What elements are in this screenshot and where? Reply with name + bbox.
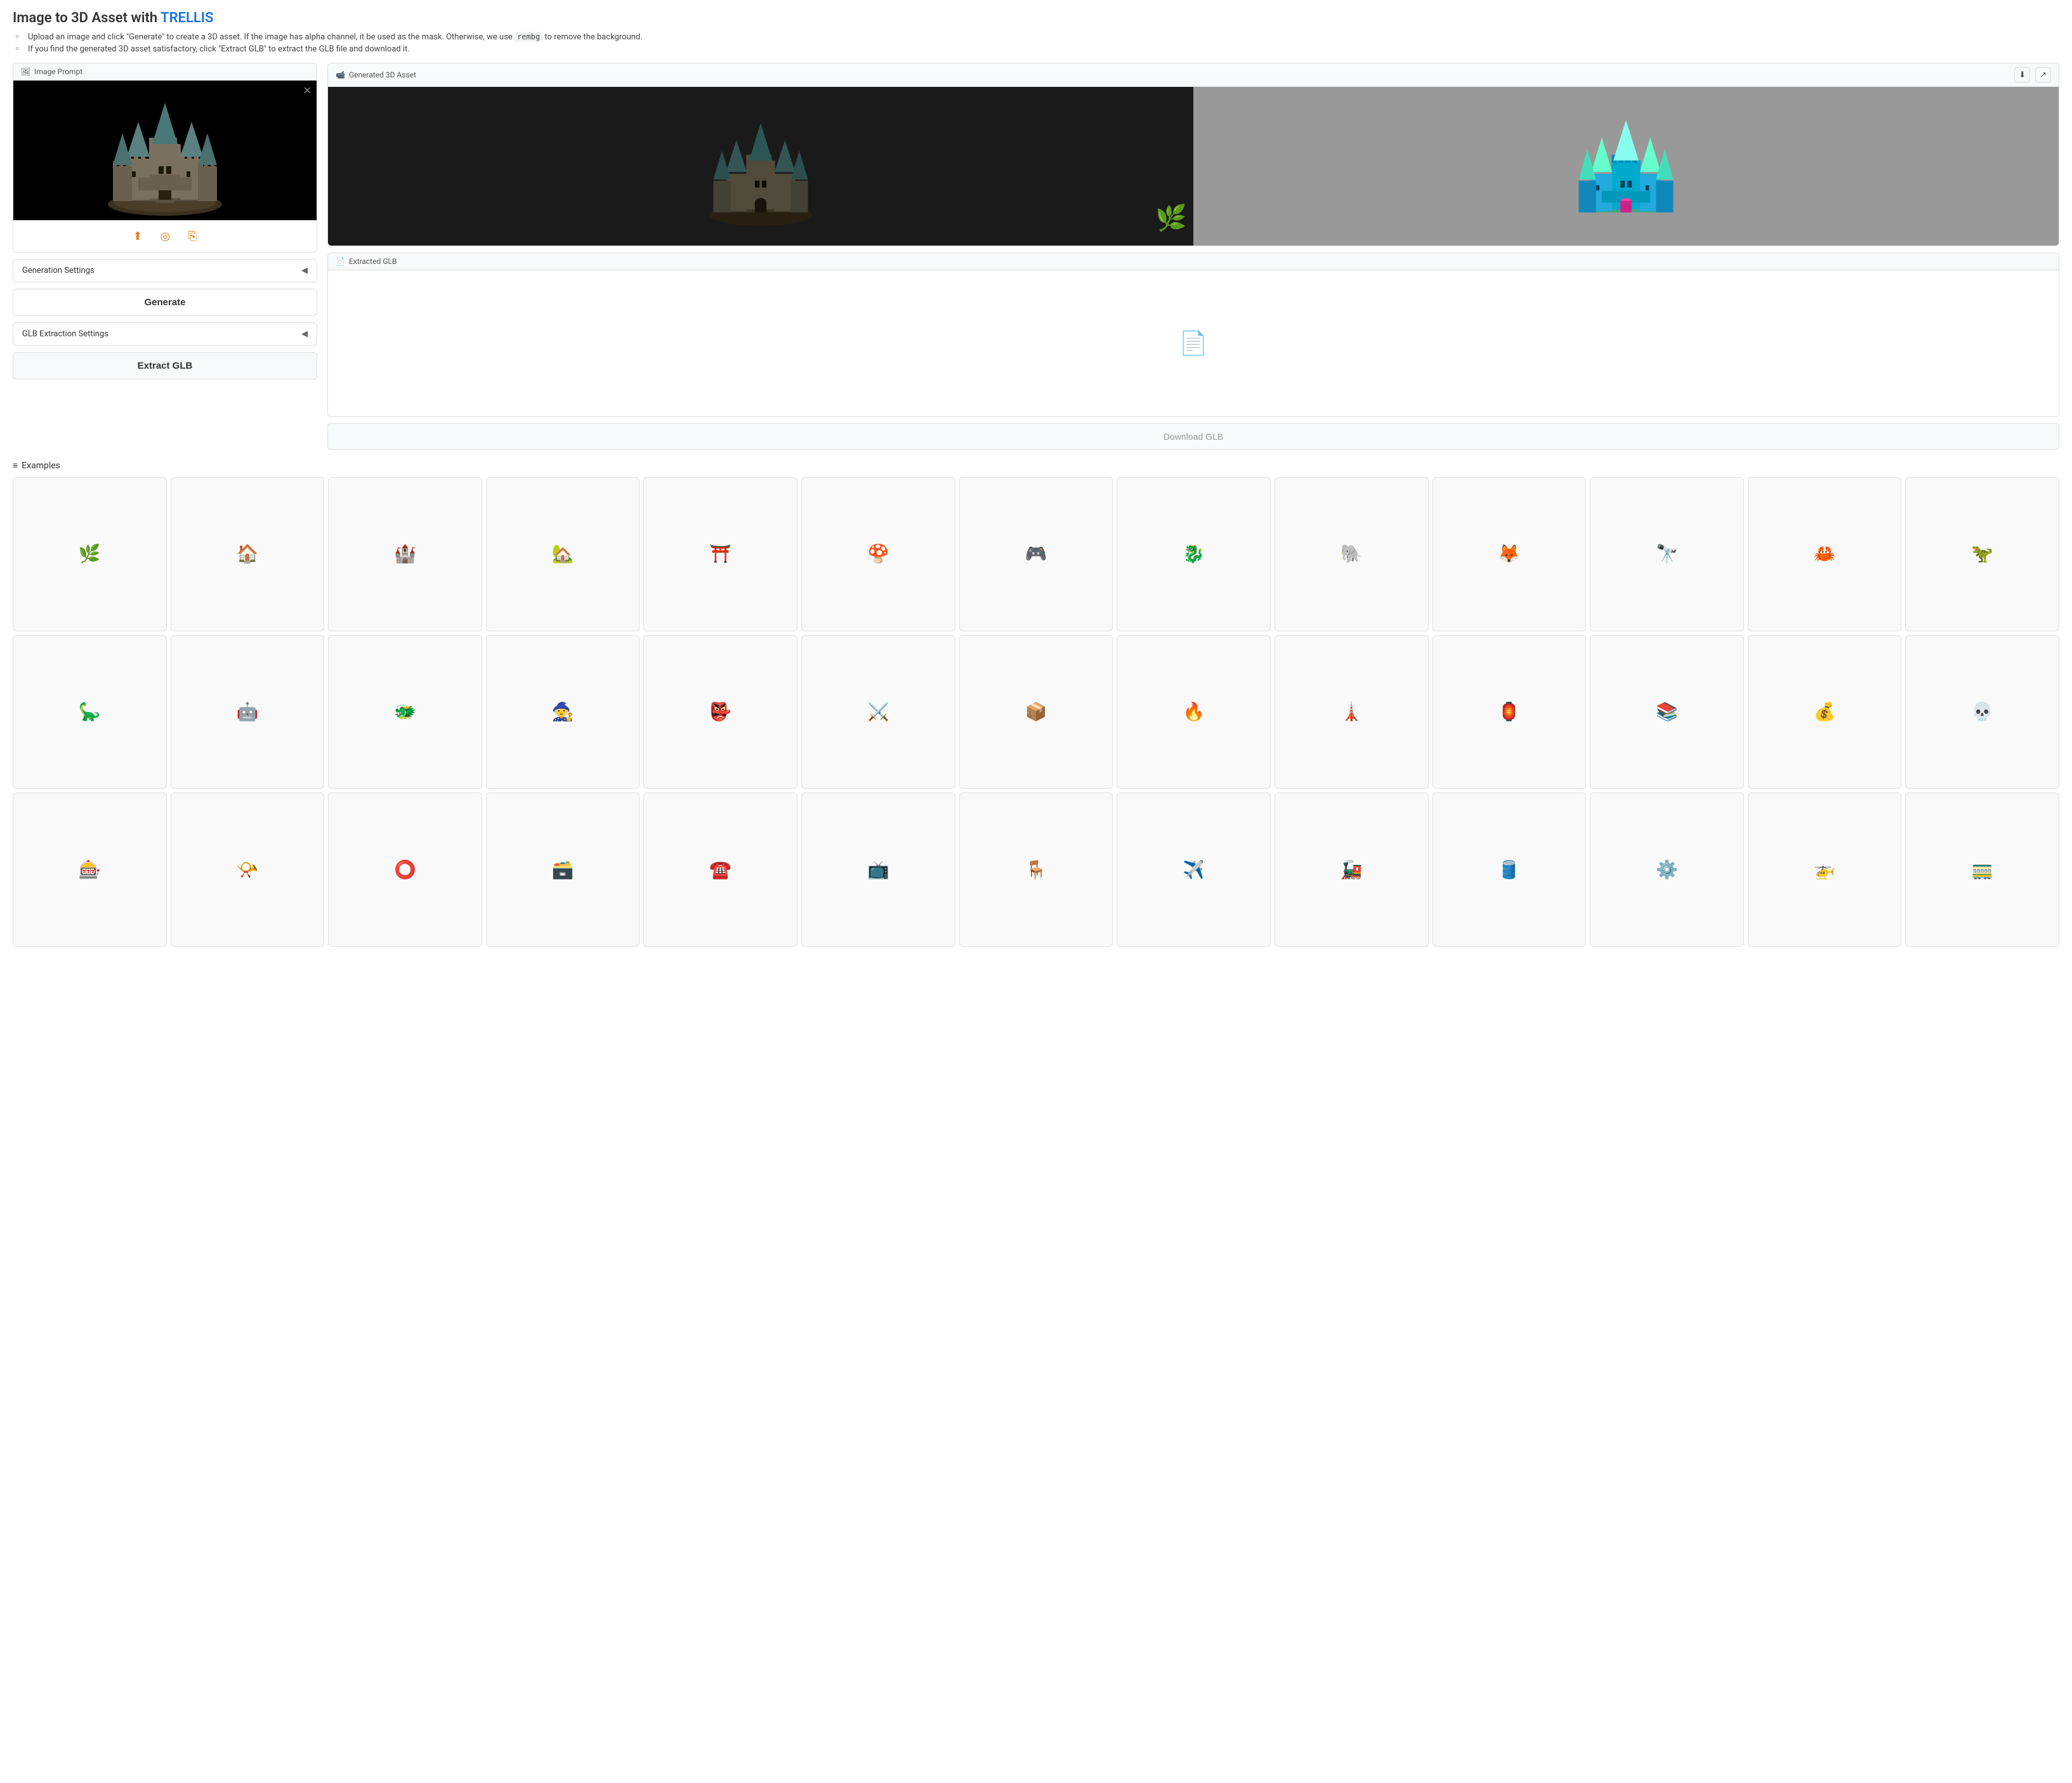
example-item-30[interactable]: ☎️: [643, 793, 797, 947]
example-item-33[interactable]: ✈️: [1117, 793, 1271, 947]
example-item-38[interactable]: 🚃: [1905, 793, 2059, 947]
example-item-13[interactable]: 🦕: [13, 635, 167, 789]
image-toolbar: ⬆ ◎ ⎘: [13, 220, 317, 252]
glb-settings-triangle: ◀: [301, 329, 308, 339]
examples-header-label: Examples: [22, 461, 60, 471]
file-icon: 📄: [336, 257, 345, 266]
example-item-5[interactable]: 🍄: [801, 477, 955, 631]
menu-icon: ≡: [13, 460, 18, 471]
copy-button[interactable]: ⎘: [185, 227, 199, 246]
right-panel: 📹 Generated 3D Asset ⬇ ↗: [327, 63, 2059, 450]
example-item-12[interactable]: 🦖: [1905, 477, 2059, 631]
example-item-1[interactable]: 🏠: [171, 477, 325, 631]
example-item-3[interactable]: 🏡: [486, 477, 640, 631]
close-image-button[interactable]: ✕: [303, 84, 311, 97]
examples-grid-row1: 🌿 🏠 🏰 🏡 ⛩️ 🍄 🎮 🐉 🐘 🦊 🔭 🦀 🦖: [13, 477, 2059, 631]
example-item-32[interactable]: 🪑: [959, 793, 1113, 947]
examples-section: ≡ Examples 🌿 🏠 🏰 🏡 ⛩️ 🍄 🎮 🐉 🐘 🦊 🔭 🦀 🦖 🦕 …: [13, 460, 2059, 947]
image-prompt-area[interactable]: ✕: [13, 81, 317, 220]
image-icon: 🖼: [21, 67, 30, 76]
extracted-glb-header: 📄 Extracted GLB: [328, 253, 2059, 270]
image-prompt-header: 🖼 Image Prompt: [13, 63, 317, 81]
example-item-20[interactable]: 🔥: [1117, 635, 1271, 789]
glb-extraction-settings-label: GLB Extraction Settings: [22, 329, 108, 339]
instructions-list: Upload an image and click "Generate" to …: [13, 32, 2059, 54]
video-icon: 📹: [336, 70, 345, 79]
example-item-36[interactable]: ⚙️: [1590, 793, 1744, 947]
generate-button[interactable]: Generate: [13, 289, 317, 316]
extracted-glb-label: Extracted GLB: [349, 257, 397, 266]
example-item-4[interactable]: ⛩️: [643, 477, 797, 631]
trellis-link[interactable]: TRELLIS: [161, 10, 213, 26]
extracted-glb-panel: 📄 Extracted GLB 📄: [327, 253, 2059, 417]
instruction-2: If you find the generated 3D asset satis…: [15, 44, 2059, 54]
left-panel: 🖼 Image Prompt: [13, 63, 317, 450]
download-glb-button[interactable]: Download GLB: [327, 423, 2059, 450]
instruction-1: Upload an image and click "Generate" to …: [15, 32, 2059, 42]
example-item-23[interactable]: 📚: [1590, 635, 1744, 789]
generated-3d-label: Generated 3D Asset: [349, 70, 416, 79]
empty-file-icon: 📄: [1179, 330, 1208, 357]
example-item-21[interactable]: 🗼: [1275, 635, 1429, 789]
generated-3d-panel: 📹 Generated 3D Asset ⬇ ↗: [327, 63, 2059, 246]
example-item-37[interactable]: 🚁: [1748, 793, 1902, 947]
example-item-17[interactable]: 👺: [643, 635, 797, 789]
examples-grid-row3: 🎰 📯 ⭕ 🗃️ ☎️ 📺 🪑 ✈️ 🚂 🛢️ ⚙️ 🚁 🚃: [13, 793, 2059, 947]
examples-grid-row2: 🦕 🤖 🐲 🧙 👺 ⚔️ 📦 🔥 🗼 🏮 📚 💰 💀: [13, 635, 2059, 789]
main-layout: 🖼 Image Prompt: [13, 63, 2059, 450]
example-item-28[interactable]: ⭕: [328, 793, 482, 947]
download-icon-button[interactable]: ⬇: [2014, 67, 2030, 82]
example-item-31[interactable]: 📺: [801, 793, 955, 947]
extract-glb-button[interactable]: Extract GLB: [13, 352, 317, 379]
castle-rendered-left: [697, 103, 824, 230]
generated-3d-content: 🌿: [328, 87, 2059, 246]
generation-settings-label: Generation Settings: [22, 266, 95, 275]
example-item-27[interactable]: 📯: [171, 793, 325, 947]
example-item-16[interactable]: 🧙: [486, 635, 640, 789]
castle-view-right: [1193, 87, 2059, 246]
castle-wireframe: [1563, 103, 1689, 230]
castle-view-left: 🌿: [328, 87, 1193, 246]
upload-button[interactable]: ⬆: [130, 227, 145, 246]
example-item-35[interactable]: 🛢️: [1433, 793, 1587, 947]
generation-settings-row[interactable]: Generation Settings ◀: [13, 259, 317, 282]
image-prompt-label: Image Prompt: [34, 67, 82, 76]
page-title: Image to 3D Asset with TRELLIS: [13, 10, 2059, 26]
example-item-11[interactable]: 🦀: [1748, 477, 1902, 631]
generation-settings-triangle: ◀: [301, 266, 308, 275]
example-item-18[interactable]: ⚔️: [801, 635, 955, 789]
example-item-14[interactable]: 🤖: [171, 635, 325, 789]
example-item-26[interactable]: 🎰: [13, 793, 167, 947]
example-item-2[interactable]: 🏰: [328, 477, 482, 631]
generated-3d-header: 📹 Generated 3D Asset ⬇ ↗: [328, 63, 2059, 87]
example-item-7[interactable]: 🐉: [1117, 477, 1271, 631]
castle-image: [95, 84, 235, 217]
extracted-glb-content: 📄: [328, 270, 2059, 416]
example-item-0[interactable]: 🌿: [13, 477, 167, 631]
glb-extraction-settings-row[interactable]: GLB Extraction Settings ◀: [13, 322, 317, 346]
example-item-29[interactable]: 🗃️: [486, 793, 640, 947]
share-icon-button[interactable]: ↗: [2035, 67, 2051, 82]
example-item-34[interactable]: 🚂: [1275, 793, 1429, 947]
example-item-6[interactable]: 🎮: [959, 477, 1113, 631]
example-item-15[interactable]: 🐲: [328, 635, 482, 789]
example-item-25[interactable]: 💀: [1905, 635, 2059, 789]
example-item-22[interactable]: 🏮: [1433, 635, 1587, 789]
example-item-8[interactable]: 🐘: [1275, 477, 1429, 631]
header-icons: ⬇ ↗: [2014, 67, 2051, 82]
examples-header: ≡ Examples: [13, 460, 2059, 471]
scan-button[interactable]: ◎: [157, 227, 173, 246]
image-prompt-panel: 🖼 Image Prompt: [13, 63, 317, 253]
example-item-10[interactable]: 🔭: [1590, 477, 1744, 631]
example-item-9[interactable]: 🦊: [1433, 477, 1587, 631]
example-item-19[interactable]: 📦: [959, 635, 1113, 789]
example-item-24[interactable]: 💰: [1748, 635, 1902, 789]
